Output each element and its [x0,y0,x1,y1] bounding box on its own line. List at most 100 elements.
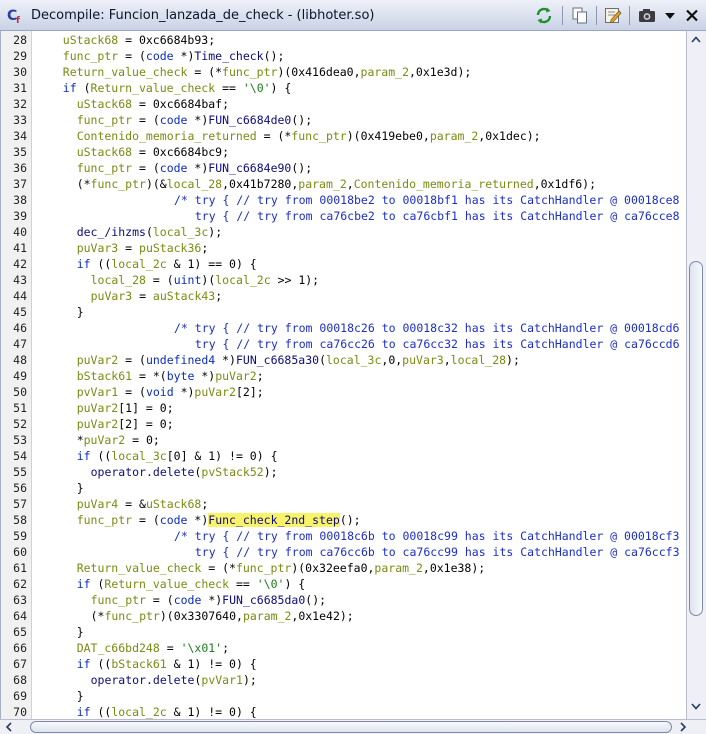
code-line[interactable]: 56} [1,480,686,496]
code-line[interactable]: 37 (*func_ptr)(&local_28,0x41b7280,param_… [1,176,686,192]
code-token[interactable]: Return_value_check [63,65,188,79]
code-token[interactable]: puVar4 [77,497,119,511]
code-token[interactable]: local_3c [153,225,208,239]
code-token[interactable]: code [174,593,202,607]
code-line[interactable]: 49 bStack61 = *(byte *)puVar2; [1,368,686,384]
code-token[interactable]: auStack43 [153,289,215,303]
code-token[interactable]: bStack61 [111,657,166,671]
code-token[interactable]: Time_check [194,49,263,63]
code-token[interactable]: func_ptr [91,177,146,191]
decompiler-code-view[interactable]: 28 uStack68 = 0xc6684b93; 29 func_ptr = (co… [0,31,686,719]
code-token[interactable]: param_2 [298,177,346,191]
code-token[interactable]: func_ptr [222,65,277,79]
scroll-down-icon[interactable] [689,699,703,713]
code-token[interactable]: operator.delete [91,673,195,687]
code-token[interactable]: local_28 [451,353,506,367]
horizontal-scroll-thumb[interactable] [30,721,672,733]
code-line[interactable]: 69} [1,688,686,704]
code-line[interactable]: 61 Return_value_check = (*func_ptr)(0x32e… [1,560,686,576]
code-token[interactable]: operator.delete [91,465,195,479]
code-token[interactable]: if [77,449,91,463]
code-token[interactable]: if [77,657,91,671]
code-token[interactable]: bStack61 [77,369,132,383]
code-token[interactable]: Contenido_memoria_returned [354,177,534,191]
code-token[interactable]: code [160,161,188,175]
code-token[interactable]: if [63,81,77,95]
code-line[interactable]: 67 if ((bStack61 & 1) != 0) { [1,656,686,672]
copy-icon[interactable] [570,6,590,25]
code-line[interactable]: 39 try { // try from ca76cbe2 to ca76cbf1… [1,208,686,224]
code-token[interactable]: puVar2 [215,369,257,383]
code-token[interactable]: Return_value_check [77,561,202,575]
code-token[interactable]: try { // try from ca76cbe2 to ca76cbf1 h… [195,209,680,223]
code-token[interactable]: local_3c [111,449,166,463]
code-token[interactable]: uStack68 [146,497,201,511]
code-token[interactable]: func_ptr [291,129,346,143]
code-token[interactable]: undefined4 [146,353,215,367]
code-line[interactable]: 28 uStack68 = 0xc6684b93; [1,32,686,48]
code-token[interactable]: code [160,113,188,127]
code-token[interactable]: byte [167,369,195,383]
code-token[interactable]: pvVar1 [201,673,243,687]
code-line[interactable]: 52 puVar2[2] = 0; [1,416,686,432]
scroll-up-icon[interactable] [689,33,703,47]
code-token[interactable]: param_2 [361,65,409,79]
code-token[interactable]: local_3c [326,353,381,367]
code-token[interactable]: if [77,257,91,271]
code-token[interactable]: func_ptr [77,113,132,127]
code-line[interactable]: 41 puVar3 = puStack36; [1,240,686,256]
code-line[interactable]: 29 func_ptr = (code *)Time_check(); [1,48,686,64]
code-line[interactable]: 45} [1,304,686,320]
code-line[interactable]: 58 func_ptr = (code *)Func_check_2nd_step… [1,512,686,528]
code-token[interactable]: func_ptr [77,161,132,175]
code-token[interactable]: if [77,577,91,591]
code-line[interactable]: 32 uStack68 = 0xc6684baf; [1,96,686,112]
close-icon[interactable] [682,6,702,25]
code-token[interactable]: puVar2 [77,417,119,431]
code-token[interactable]: '\x01' [181,641,223,655]
refresh-icon[interactable] [534,6,554,25]
edit-icon[interactable] [603,6,623,25]
code-token[interactable]: /* try { // try from 00018c6b to 00018c9… [174,529,679,543]
code-token[interactable]: '\0' [257,577,285,591]
code-token[interactable]: /* try { // try from 00018c26 to 00018c3… [174,321,679,335]
code-token[interactable]: '\0' [243,81,271,95]
code-token[interactable]: Return_value_check [91,81,216,95]
code-token[interactable]: FUN_c6685a30 [236,353,319,367]
code-token[interactable]: /* try { // try from 00018be2 to 00018bf… [174,193,679,207]
code-token[interactable]: func_ptr [77,513,132,527]
code-line[interactable]: 62 if (Return_value_check == '\0') { [1,576,686,592]
code-line[interactable]: 53 *puVar2 = 0; [1,432,686,448]
code-line[interactable]: 60 try { // try from ca76cc6b to ca76cc99… [1,544,686,560]
code-token[interactable]: local_2c [215,273,270,287]
code-line[interactable]: 31 if (Return_value_check == '\0') { [1,80,686,96]
code-line[interactable]: 59 /* try { // try from 00018c6b to 00018… [1,528,686,544]
code-token[interactable]: puVar2 [77,353,119,367]
code-line[interactable]: 48 puVar2 = (undefined4 *)FUN_c6685a30(lo… [1,352,686,368]
code-token[interactable]: FUN_c6684e90 [208,161,291,175]
code-line[interactable]: 50 pvVar1 = (void *)puVar2[2]; [1,384,686,400]
highlighted-token[interactable]: Func_check_2nd_step [208,513,340,527]
code-line[interactable]: 66 DAT_c66bd248 = '\x01'; [1,640,686,656]
code-token[interactable]: puVar2 [84,433,126,447]
code-token[interactable]: puVar3 [77,241,119,255]
code-token[interactable]: puVar3 [402,353,444,367]
code-token[interactable]: code [146,49,174,63]
code-line[interactable]: 55 operator.delete(pvStack52); [1,464,686,480]
code-line[interactable]: 35 uStack68 = 0xc6684bc9; [1,144,686,160]
horizontal-scrollbar[interactable] [0,719,706,734]
code-line[interactable]: 47 try { // try from ca76cc26 to ca76cc32… [1,336,686,352]
code-token[interactable]: func_ptr [91,593,146,607]
code-token[interactable]: func_ptr [236,561,291,575]
code-token[interactable]: param_2 [430,129,478,143]
chevron-down-icon[interactable] [660,6,680,25]
code-token[interactable]: code [160,513,188,527]
code-line[interactable]: 30 Return_value_check = (*func_ptr)(0x416… [1,64,686,80]
code-token[interactable]: FUN_c6685da0 [222,593,305,607]
vertical-scroll-thumb[interactable] [689,261,703,616]
code-line[interactable]: 40 dec_/ihzms(local_3c); [1,224,686,240]
code-token[interactable]: try { // try from ca76cc26 to ca76cc32 h… [195,337,680,351]
code-line[interactable]: 64 (*func_ptr)(0x3307640,param_2,0x1e42); [1,608,686,624]
code-token[interactable]: FUN_c6684de0 [208,113,291,127]
code-token[interactable]: local_28 [167,177,222,191]
